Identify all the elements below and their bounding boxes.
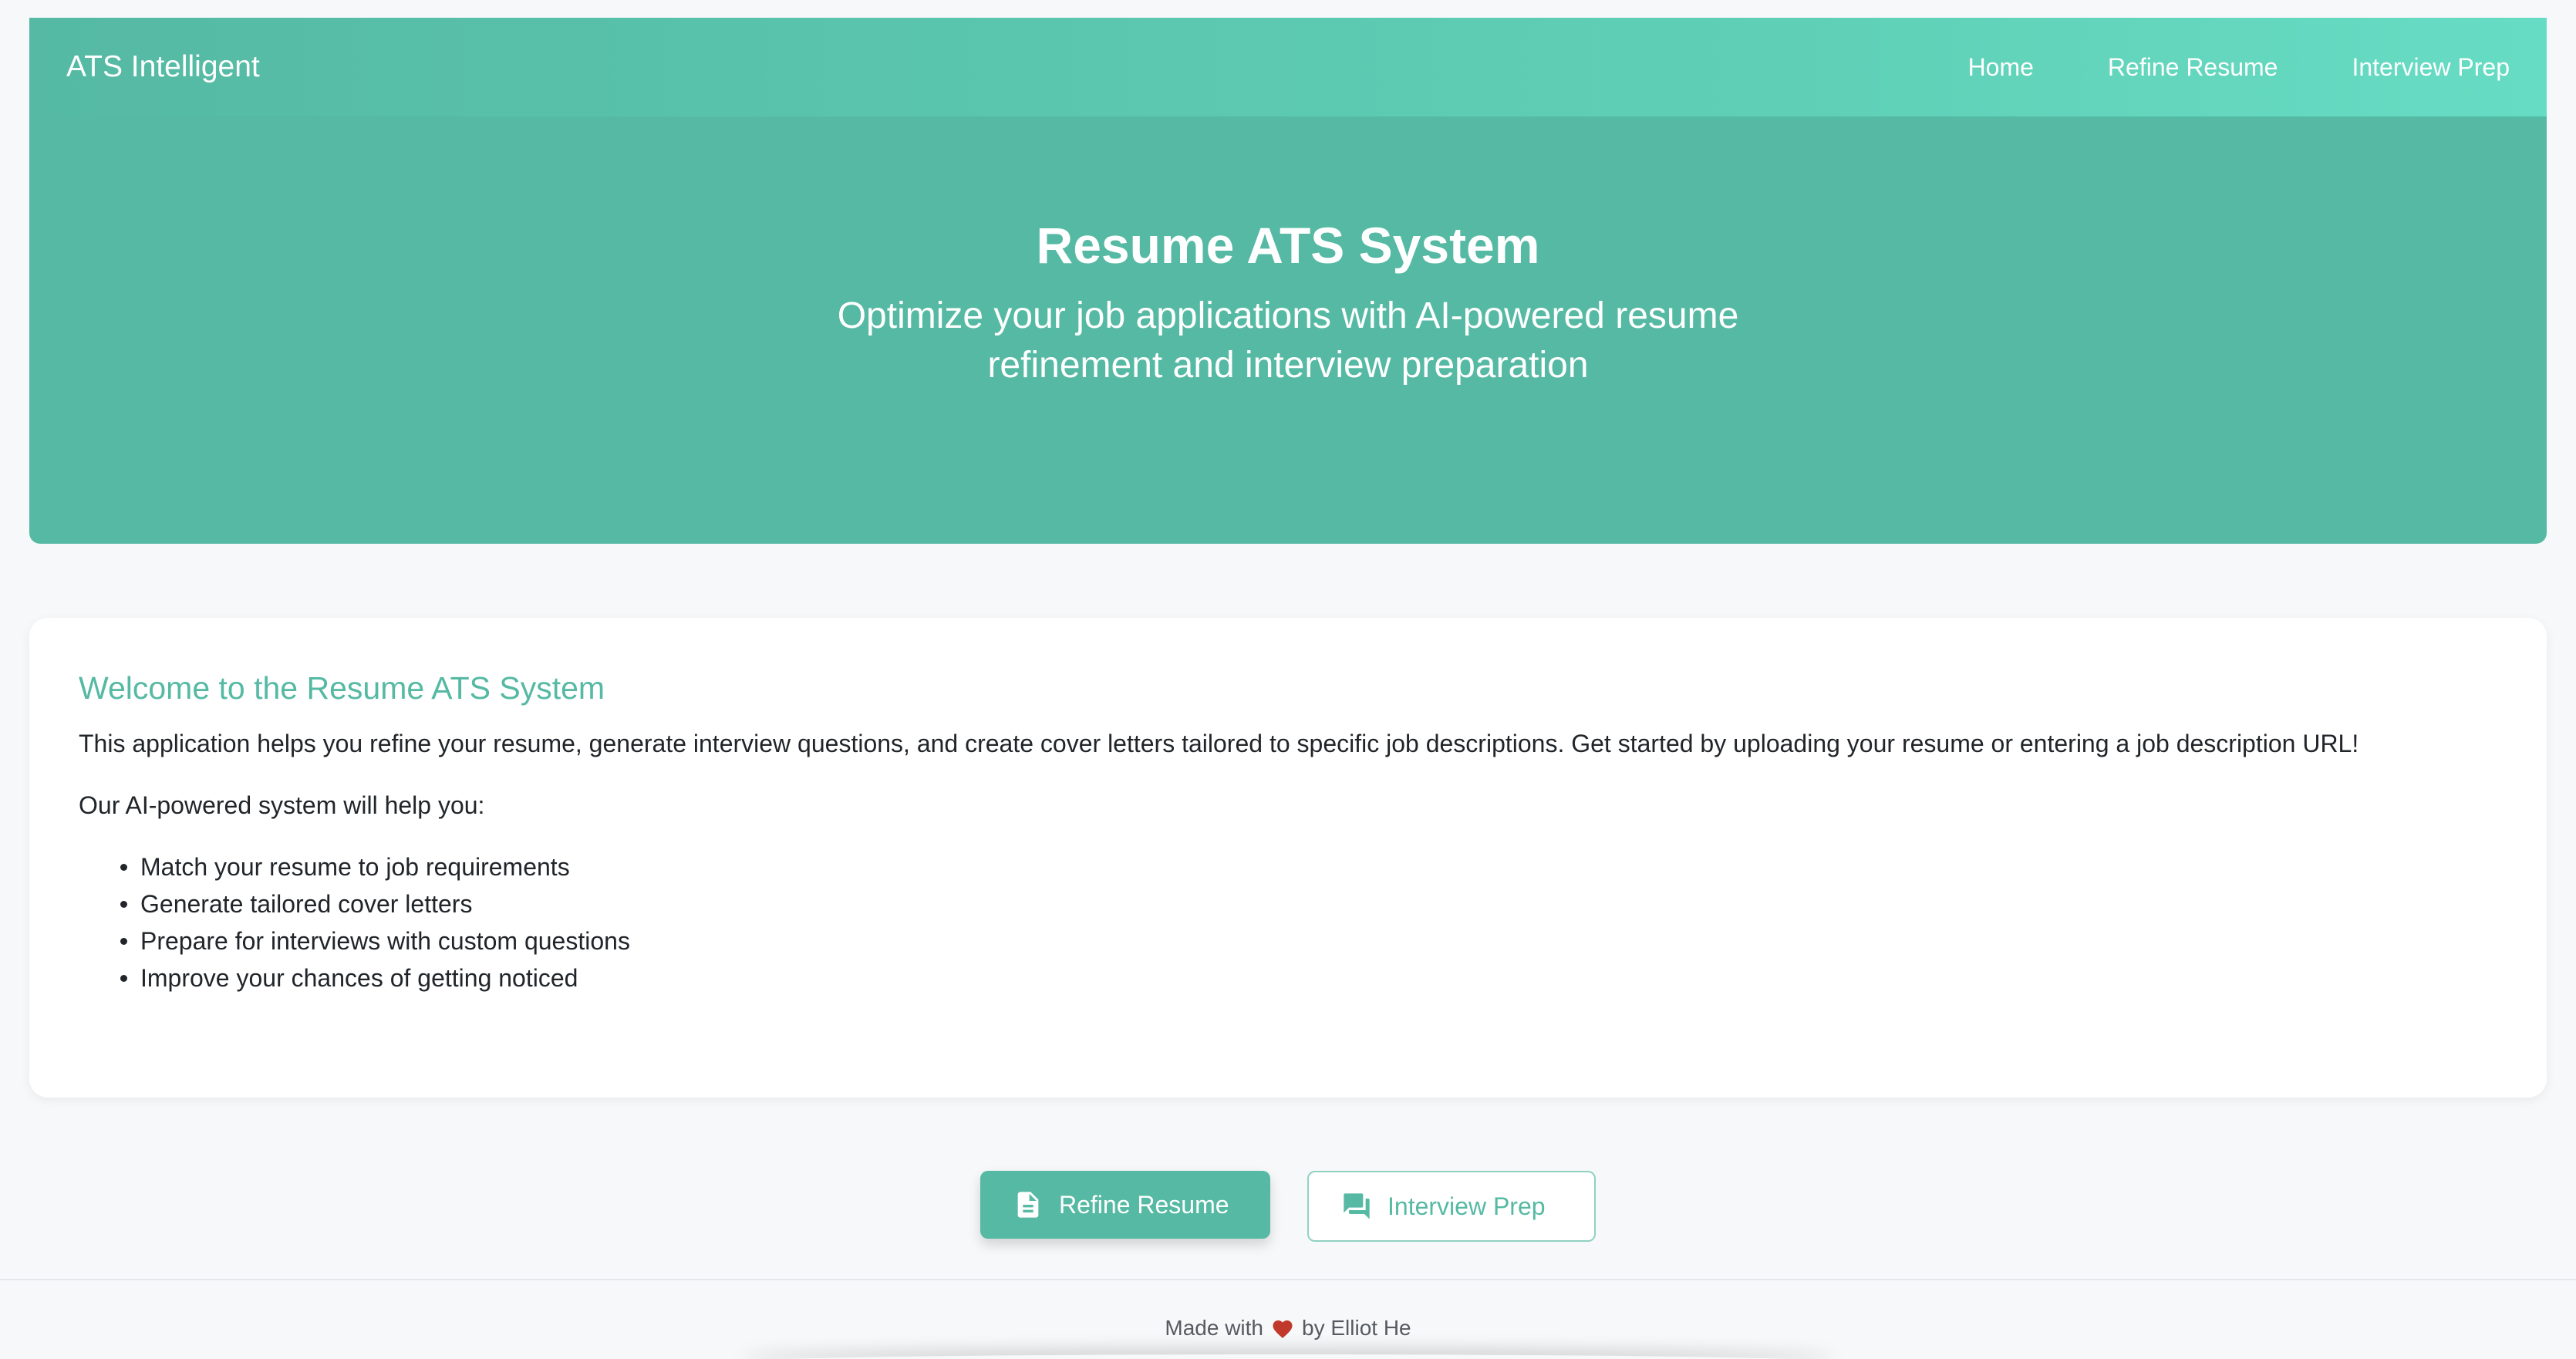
heart-icon [1271,1317,1294,1339]
list-item: Prepare for interviews with custom quest… [111,922,2497,959]
footer: Made with by Elliot He [0,1279,2576,1359]
nav-link-refine-resume[interactable]: Refine Resume [2108,53,2278,82]
list-item: Match your resume to job requirements [111,848,2497,885]
feature-list: Match your resume to job requirements Ge… [111,848,2497,996]
hero-banner: Resume ATS System Optimize your job appl… [29,116,2547,544]
brand-link[interactable]: ATS Intelligent [66,50,1894,84]
footer-credit: Made with by Elliot He [1165,1316,1411,1340]
hero-subtitle: Optimize your job applications with AI-p… [837,295,1739,386]
footer-suffix: by Elliot He [1302,1316,1411,1340]
list-item: Generate tailored cover letters [111,885,2497,922]
chat-icon [1341,1191,1372,1222]
welcome-lead: Our AI-powered system will help you: [79,791,485,819]
nav-link-interview-prep[interactable]: Interview Prep [2352,53,2510,82]
navbar: ATS Intelligent Home Refine Resume Inter… [29,18,2547,116]
welcome-intro: This application helps you refine your r… [79,730,2359,757]
refine-resume-button[interactable]: Refine Resume [980,1171,1270,1239]
welcome-title: Welcome to the Resume ATS System [79,670,605,706]
interview-prep-button[interactable]: Interview Prep [1307,1171,1596,1242]
hero-title: Resume ATS System [1036,217,1540,274]
footer-shadow [740,1354,1836,1359]
footer-prefix: Made with [1165,1316,1263,1340]
nav-links: Home Refine Resume Interview Prep [1894,53,2510,82]
document-icon [1013,1189,1044,1220]
interview-prep-label: Interview Prep [1387,1192,1546,1220]
page: ATS Intelligent Home Refine Resume Inter… [0,0,2576,1359]
action-buttons: Refine Resume Interview Prep [0,1171,2576,1242]
welcome-card: Welcome to the Resume ATS System This ap… [29,618,2547,1098]
list-item: Improve your chances of getting noticed [111,959,2497,996]
refine-resume-label: Refine Resume [1059,1190,1229,1219]
nav-link-home[interactable]: Home [1968,53,2034,82]
